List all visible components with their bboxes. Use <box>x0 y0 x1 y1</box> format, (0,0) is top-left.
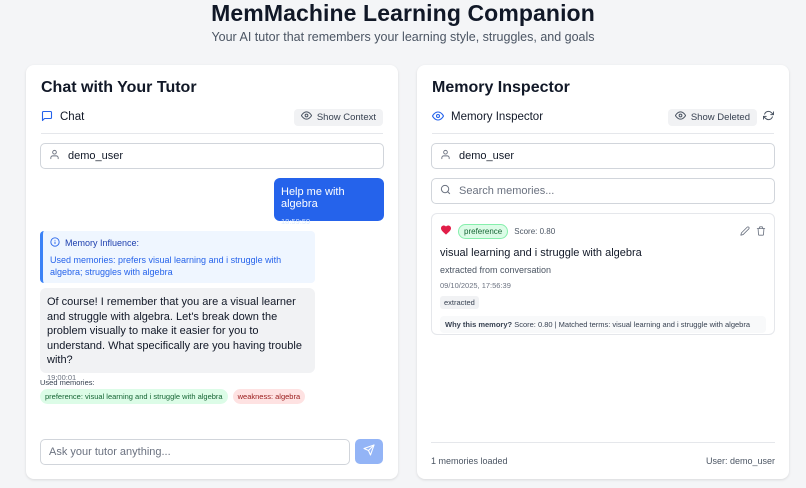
memory-search-field[interactable] <box>431 178 775 204</box>
eye-icon <box>300 110 312 124</box>
user-message-text: Help me with algebra <box>281 186 345 210</box>
memory-why-text: Score: 0.80 | Matched terms: visual lear… <box>514 320 751 329</box>
send-icon <box>363 443 375 461</box>
chat-panel: Chat with Your Tutor Chat Show Context d… <box>26 65 398 479</box>
trash-icon[interactable] <box>756 223 766 241</box>
memory-search-input[interactable] <box>459 185 759 197</box>
assistant-message: Of course! I remember that you are a vis… <box>40 288 315 382</box>
memory-origin-badge: extracted <box>440 296 479 309</box>
used-memory-tag: weakness: algebra <box>232 389 306 404</box>
user-message-time: 18:59:59 <box>281 217 311 226</box>
memory-panel: Memory Inspector Memory Inspector Show D… <box>417 65 789 479</box>
memory-user-id-value: demo_user <box>459 150 515 162</box>
memory-panel-title: Memory Inspector <box>432 79 570 96</box>
memory-why-box: Why this memory? Score: 0.80 | Matched t… <box>440 316 766 333</box>
used-memory-tag: preference: visual learning and i strugg… <box>40 389 228 404</box>
memory-card: preference Score: 0.80 visual learning a… <box>431 213 775 335</box>
tab-memory-inspector-label: Memory Inspector <box>451 111 544 123</box>
show-deleted-button[interactable]: Show Deleted <box>667 108 757 126</box>
memory-user-id-field[interactable]: demo_user <box>431 143 775 169</box>
used-memories-label: Used memories: <box>40 378 95 387</box>
chat-input[interactable] <box>40 439 350 465</box>
chat-panel-title: Chat with Your Tutor <box>41 79 197 96</box>
eye-icon <box>431 110 445 125</box>
user-icon <box>440 149 451 163</box>
show-context-label: Show Context <box>316 111 376 123</box>
tab-chat-label: Chat <box>60 111 85 123</box>
memory-influence-box: Memory Influence: Used memories: prefers… <box>40 231 315 283</box>
user-message: Help me with algebra 18:59:59 <box>274 178 384 226</box>
chat-user-id-field[interactable]: demo_user <box>40 143 384 169</box>
memory-influence-title: Memory Influence: <box>65 238 140 248</box>
tab-chat[interactable]: Chat <box>41 110 84 129</box>
send-button[interactable] <box>355 439 383 464</box>
memory-panel-footer: 1 memories loaded User: demo_user <box>431 442 775 468</box>
refresh-button[interactable] <box>762 108 775 126</box>
user-icon <box>49 149 60 163</box>
tab-memory-inspector[interactable]: Memory Inspector <box>431 110 544 129</box>
memory-score: Score: 0.80 <box>514 226 556 236</box>
refresh-icon <box>762 108 775 126</box>
memory-influence-body: Used memories: prefers visual learning a… <box>50 255 282 277</box>
search-icon <box>440 182 451 200</box>
info-icon <box>50 237 60 249</box>
chat-panel-header: Chat Show Context <box>41 105 383 134</box>
used-memories-list: preference: visual learning and i strugg… <box>40 389 306 404</box>
app-subtitle: Your AI tutor that remembers your learni… <box>211 30 595 44</box>
show-deleted-label: Show Deleted <box>690 111 750 123</box>
memory-date: 09/10/2025, 17:56:39 <box>440 281 511 290</box>
show-context-button[interactable]: Show Context <box>293 108 383 126</box>
edit-icon[interactable] <box>740 223 750 241</box>
app-title: MemMachine Learning Companion <box>211 0 595 26</box>
eye-icon <box>674 110 686 124</box>
assistant-message-text: Of course! I remember that you are a vis… <box>47 296 302 366</box>
memory-type-badge: preference <box>458 223 509 239</box>
memory-panel-header: Memory Inspector Show Deleted <box>431 105 775 134</box>
memory-footer-user: User: demo_user <box>705 455 775 466</box>
chat-user-id-value: demo_user <box>68 150 124 162</box>
memory-why-label: Why this memory? <box>445 320 513 329</box>
memory-content: visual learning and i struggle with alge… <box>440 247 642 259</box>
memory-count: 1 memories loaded <box>431 455 508 466</box>
chat-icon <box>41 110 53 125</box>
heart-icon <box>440 222 452 240</box>
memory-source: extracted from conversation <box>440 265 552 275</box>
